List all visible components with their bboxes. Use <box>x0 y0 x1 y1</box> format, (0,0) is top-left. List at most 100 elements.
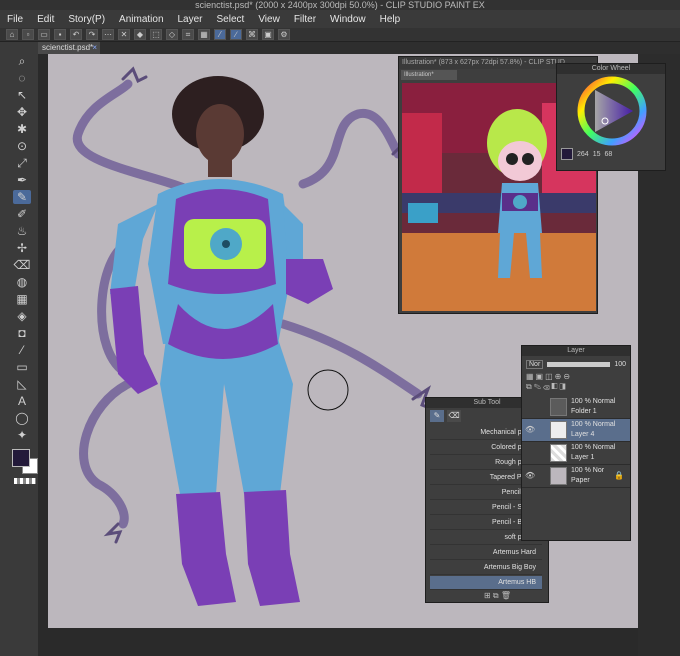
frame-border-icon[interactable]: ▭ <box>13 360 31 374</box>
color-values: 264 15 68 <box>557 146 665 162</box>
tab-strip <box>100 42 680 54</box>
text-icon[interactable]: A <box>13 394 31 408</box>
special-ruler-snap-icon[interactable]: ∕ <box>230 29 242 40</box>
eraser-group-icon[interactable]: ⌫ <box>447 410 461 422</box>
command-bar: ⌂ ▫ ▭ ▪ ↶ ↷ ⋯ ✕ ◆ ⬚ ◇ ⌗ ▦ ⁄ ∕ ⌘ ▣ ⚙ <box>0 28 680 42</box>
menu-file[interactable]: File <box>0 14 30 25</box>
grid-snap-icon[interactable]: ⌘ <box>246 29 258 40</box>
eraser-icon[interactable]: ⌫ <box>13 258 31 272</box>
layer-mode: 100 % Normal <box>571 398 616 405</box>
opacity-value[interactable]: 100 <box>614 361 626 368</box>
layer-row-folder[interactable]: 100 % Normal Folder 1 <box>522 396 630 419</box>
layer-title: Layer <box>522 346 630 356</box>
close-icon[interactable]: × <box>92 42 97 54</box>
menu-select[interactable]: Select <box>210 14 252 25</box>
ruler-icon[interactable]: ◺ <box>13 377 31 391</box>
fill-icon[interactable]: ◆ <box>134 29 146 40</box>
operation-icon[interactable]: ↖ <box>13 88 31 102</box>
menu-bar: File Edit Story(P) Animation Layer Selec… <box>0 10 680 28</box>
layer-mode: 100 % Nor <box>571 467 605 474</box>
balloon-icon[interactable]: ◯ <box>13 411 31 425</box>
crop-icon[interactable]: ⌗ <box>182 29 194 40</box>
menu-animation[interactable]: Animation <box>112 14 170 25</box>
decoration-icon[interactable]: ✢ <box>13 241 31 255</box>
show-selection-icon[interactable]: ▦ <box>198 29 210 40</box>
layer-name: Paper <box>571 477 590 484</box>
transform-icon[interactable]: ⬚ <box>150 29 162 40</box>
saturation-value[interactable]: 15 <box>593 151 601 158</box>
navigator-tab[interactable]: Illustration* <box>401 70 457 80</box>
layer-row-layer4[interactable]: 👁 100 % Normal Layer 4 <box>522 419 630 442</box>
layer-mode: 100 % Normal <box>571 421 616 428</box>
selection-icon[interactable]: ⊙ <box>13 139 31 153</box>
airbrush-icon[interactable]: ♨ <box>13 224 31 238</box>
gradient-icon[interactable]: ◈ <box>13 309 31 323</box>
pen-icon[interactable]: ✒ <box>13 173 31 187</box>
pencil-group-icon[interactable]: ✎ <box>430 410 444 422</box>
document-tab[interactable]: scienctist.psd* × <box>38 42 100 54</box>
open-icon[interactable]: ▭ <box>38 29 50 40</box>
menu-layer[interactable]: Layer <box>171 14 210 25</box>
invert-selection-icon[interactable]: ◇ <box>166 29 178 40</box>
menu-window[interactable]: Window <box>323 14 373 25</box>
layer-row-paper[interactable]: 👁 100 % Nor Paper 🔒 <box>522 465 630 488</box>
ruler-snap-icon[interactable]: ⁄ <box>214 29 226 40</box>
layer-name: Folder 1 <box>571 408 597 415</box>
color-settings-icon[interactable]: ▣ <box>262 29 274 40</box>
value-value[interactable]: 68 <box>604 151 612 158</box>
lock-icon[interactable]: 🔒 <box>614 471 624 480</box>
eye-icon[interactable]: 👁 <box>525 471 535 480</box>
layer-row-layer1[interactable]: 100 % Normal Layer 1 <box>522 442 630 465</box>
eye-icon[interactable]: 👁 <box>525 425 535 434</box>
lasso-icon[interactable]: ◌ <box>13 71 31 85</box>
sub-tool-footer-icons[interactable]: ⊞ ⧉ 🗑 <box>484 591 511 601</box>
brush-icon[interactable]: ✐ <box>13 207 31 221</box>
redo-icon[interactable]: ↷ <box>86 29 98 40</box>
layer-thumbnail <box>550 467 567 485</box>
layer-panel: Layer Nor 100 ▦▣◫⊕⊖ ⧉✎⌫◧◨ 100 % Normal Fo… <box>521 345 631 541</box>
color-wheel-panel: Color Wheel 264 15 68 <box>556 63 666 171</box>
folder-icon <box>550 398 567 416</box>
home-icon[interactable]: ⌂ <box>6 29 18 40</box>
save-icon[interactable]: ▪ <box>54 29 66 40</box>
sub-tool-item[interactable]: Artemus Big Boy <box>430 561 542 575</box>
move-icon[interactable]: ✥ <box>13 105 31 119</box>
menu-edit[interactable]: Edit <box>30 14 61 25</box>
hue-value[interactable]: 264 <box>577 151 589 158</box>
blend-mode-select[interactable]: Nor <box>526 359 544 369</box>
document-tab-label: scienctist.psd* <box>42 43 94 52</box>
layer-mode: 100 % Normal <box>571 444 616 451</box>
layer-property-bar: Nor 100 <box>526 358 626 370</box>
current-color-chip[interactable] <box>561 148 573 160</box>
sub-tool-item[interactable]: Artemus HB <box>430 576 542 590</box>
bucket-icon[interactable]: ◘ <box>13 326 31 340</box>
undo-icon[interactable]: ↶ <box>70 29 82 40</box>
window-title: scienctist.psd* (2000 x 2400px 300dpi 50… <box>0 0 680 10</box>
magic-wand-icon[interactable]: ✱ <box>13 122 31 136</box>
color-wheel[interactable] <box>567 76 657 146</box>
deselect-icon[interactable]: ⋯ <box>102 29 114 40</box>
figure-icon[interactable]: ⁄ <box>13 343 31 357</box>
tool-palette: ⌕ ◌ ↖ ✥ ✱ ⊙ ⤢ ✒ ✎ ✐ ♨ ✢ ⌫ ◍ ▦ ◈ ◘ ⁄ ▭ ◺ … <box>0 42 39 656</box>
menu-view[interactable]: View <box>251 14 287 25</box>
eyedropper-icon[interactable]: ⤢ <box>13 156 31 170</box>
new-file-icon[interactable]: ▫ <box>22 29 34 40</box>
menu-help[interactable]: Help <box>373 14 408 25</box>
zoom-icon[interactable]: ⌕ <box>13 54 31 68</box>
settings-icon[interactable]: ⚙ <box>278 29 290 40</box>
main-color-swatch[interactable] <box>12 449 30 467</box>
blend-icon[interactable]: ◍ <box>13 275 31 289</box>
layer-name: Layer 4 <box>571 431 595 438</box>
layer-tool-icons[interactable]: ▦▣◫⊕⊖ ⧉✎⌫◧◨ <box>526 372 626 394</box>
layer-thumbnail <box>550 421 567 439</box>
menu-story[interactable]: Story(P) <box>61 14 112 25</box>
correct-line-icon[interactable]: ✦ <box>13 428 31 442</box>
clear-icon[interactable]: ✕ <box>118 29 130 40</box>
pencil-icon[interactable]: ✎ <box>13 190 31 204</box>
menu-filter[interactable]: Filter <box>287 14 323 25</box>
fill-tool-icon[interactable]: ▦ <box>13 292 31 306</box>
opacity-slider[interactable] <box>547 361 611 367</box>
sub-tool-item[interactable]: Artemus Hard <box>430 546 542 560</box>
layer-thumbnail <box>550 444 567 462</box>
transparent-color-swatch[interactable] <box>14 478 36 484</box>
